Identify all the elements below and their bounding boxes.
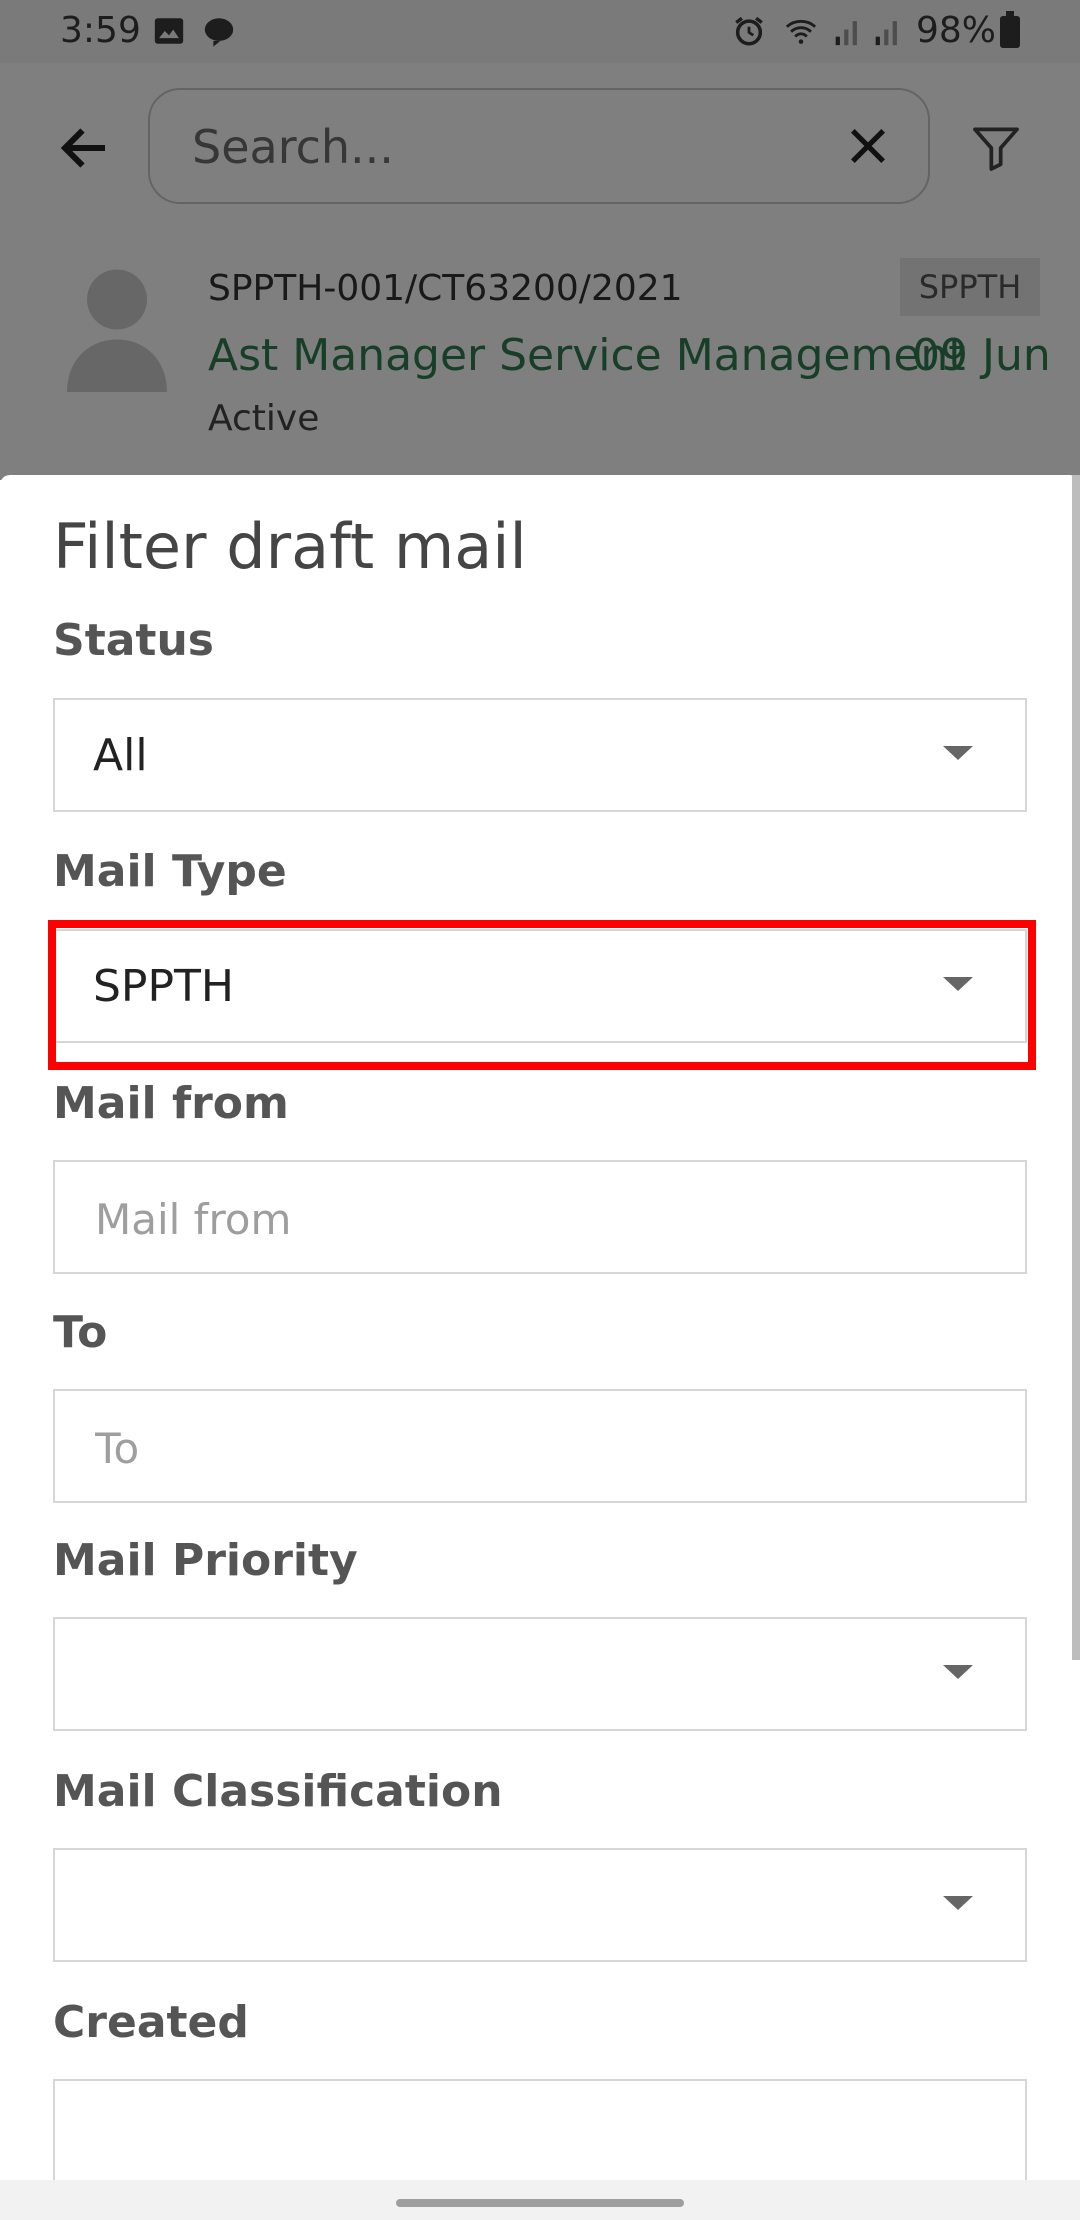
status-value: All [93, 730, 148, 781]
to-label: To [53, 1307, 108, 1358]
to-input[interactable] [93, 1419, 977, 1477]
created-label: Created [53, 1997, 249, 2048]
mail-from-label: Mail from [53, 1078, 289, 1129]
mail-classification-label: Mail Classification [53, 1766, 503, 1817]
status-dropdown[interactable]: All [53, 698, 1027, 812]
created-field[interactable] [53, 2079, 1027, 2189]
modal-scrim[interactable] [0, 0, 1080, 480]
sheet-scrollbar[interactable] [1072, 475, 1080, 1660]
mail-type-label: Mail Type [53, 846, 287, 897]
mail-classification-dropdown[interactable] [53, 1848, 1027, 1962]
highlight-box [48, 920, 1036, 1070]
home-gesture-handle[interactable] [396, 2199, 684, 2207]
mail-priority-dropdown[interactable] [53, 1617, 1027, 1731]
chevron-down-icon [943, 1665, 973, 1679]
mail-from-field [53, 1160, 1027, 1274]
status-label: Status [53, 615, 214, 666]
to-field [53, 1389, 1027, 1503]
chevron-down-icon [943, 1896, 973, 1910]
mail-from-input[interactable] [93, 1190, 977, 1248]
mail-priority-label: Mail Priority [53, 1535, 358, 1586]
chevron-down-icon [943, 746, 973, 760]
sheet-title: Filter draft mail [53, 510, 527, 583]
